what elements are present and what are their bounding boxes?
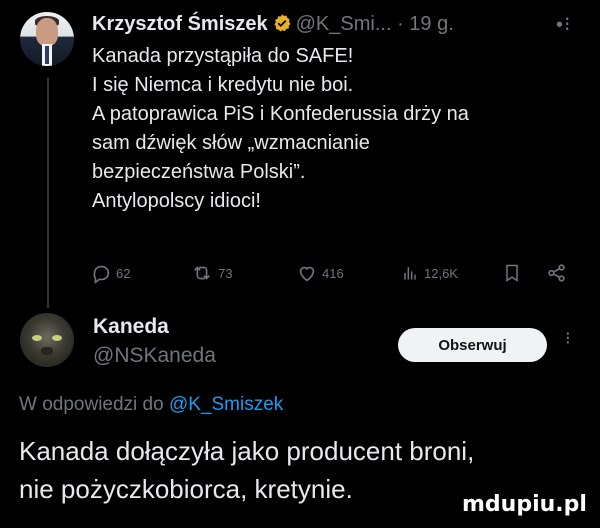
tweet-text-line: Kanada przystąpiła do SAFE! xyxy=(92,45,354,67)
reply-icon xyxy=(93,265,110,284)
author-name[interactable]: Kaneda xyxy=(93,315,169,339)
follow-button[interactable]: Obserwuj xyxy=(398,328,547,362)
author-name[interactable]: Krzysztof Śmiszek xyxy=(92,13,268,35)
views-icon xyxy=(404,267,416,280)
avatar[interactable] xyxy=(20,313,74,367)
bookmark-icon xyxy=(506,264,518,282)
avatar[interactable] xyxy=(20,12,74,66)
retweet-count: 73 xyxy=(218,265,233,281)
tweet-text: Kanada przystąpiła do SAFE! I się Niemca… xyxy=(92,42,582,216)
tweet-text-line: bezpieczeństwa Polski”. xyxy=(92,161,306,183)
more-options-icon[interactable]: •⁝ xyxy=(556,12,571,37)
tweet-time[interactable]: · 19 g. xyxy=(397,13,454,35)
share-button[interactable] xyxy=(546,262,568,284)
in-reply-to-handle-link[interactable]: @K_Smiszek xyxy=(169,394,283,415)
in-reply-to-label: W odpowiedzi do xyxy=(19,394,164,415)
tweet-text-line: Antylopolscy idioci! xyxy=(92,190,261,212)
reply-count: 62 xyxy=(116,265,131,281)
retweet-button[interactable]: 73 xyxy=(190,262,232,284)
heart-icon xyxy=(299,266,315,282)
verified-badge-icon xyxy=(272,13,292,41)
tweet-actions-bar: 62 73 416 12,6K xyxy=(0,262,600,286)
in-reply-to: W odpowiedzi do @K_Smiszek xyxy=(19,394,283,416)
views-count: 12,6K xyxy=(424,265,458,281)
like-count: 416 xyxy=(322,265,344,281)
like-button[interactable]: 416 xyxy=(296,262,344,284)
tweet-text-line: I się Niemca i kredytu nie boi. xyxy=(92,74,354,96)
tweet-header: Krzysztof Śmiszek @K_Smi... · 19 g. xyxy=(92,10,454,41)
bookmark-button[interactable] xyxy=(502,262,522,284)
reply-button[interactable]: 62 xyxy=(90,262,130,284)
views-button[interactable]: 12,6K xyxy=(400,262,458,284)
watermark: mdupiu.pl xyxy=(462,492,587,517)
more-options-icon[interactable]: ⁝ xyxy=(565,328,571,349)
tweet-text-line: A patoprawica PiS i Konfederussia drży n… xyxy=(92,103,469,125)
tweet-text-line: sam dźwięk słów „wzmacnianie xyxy=(92,132,370,154)
retweet-icon xyxy=(194,266,210,280)
reply-text-line: Kanada dołączyła jako producent broni, xyxy=(19,436,475,466)
author-handle[interactable]: @K_Smi... xyxy=(296,13,392,35)
author-handle[interactable]: @NSKaneda xyxy=(93,344,216,368)
share-icon xyxy=(548,264,565,282)
